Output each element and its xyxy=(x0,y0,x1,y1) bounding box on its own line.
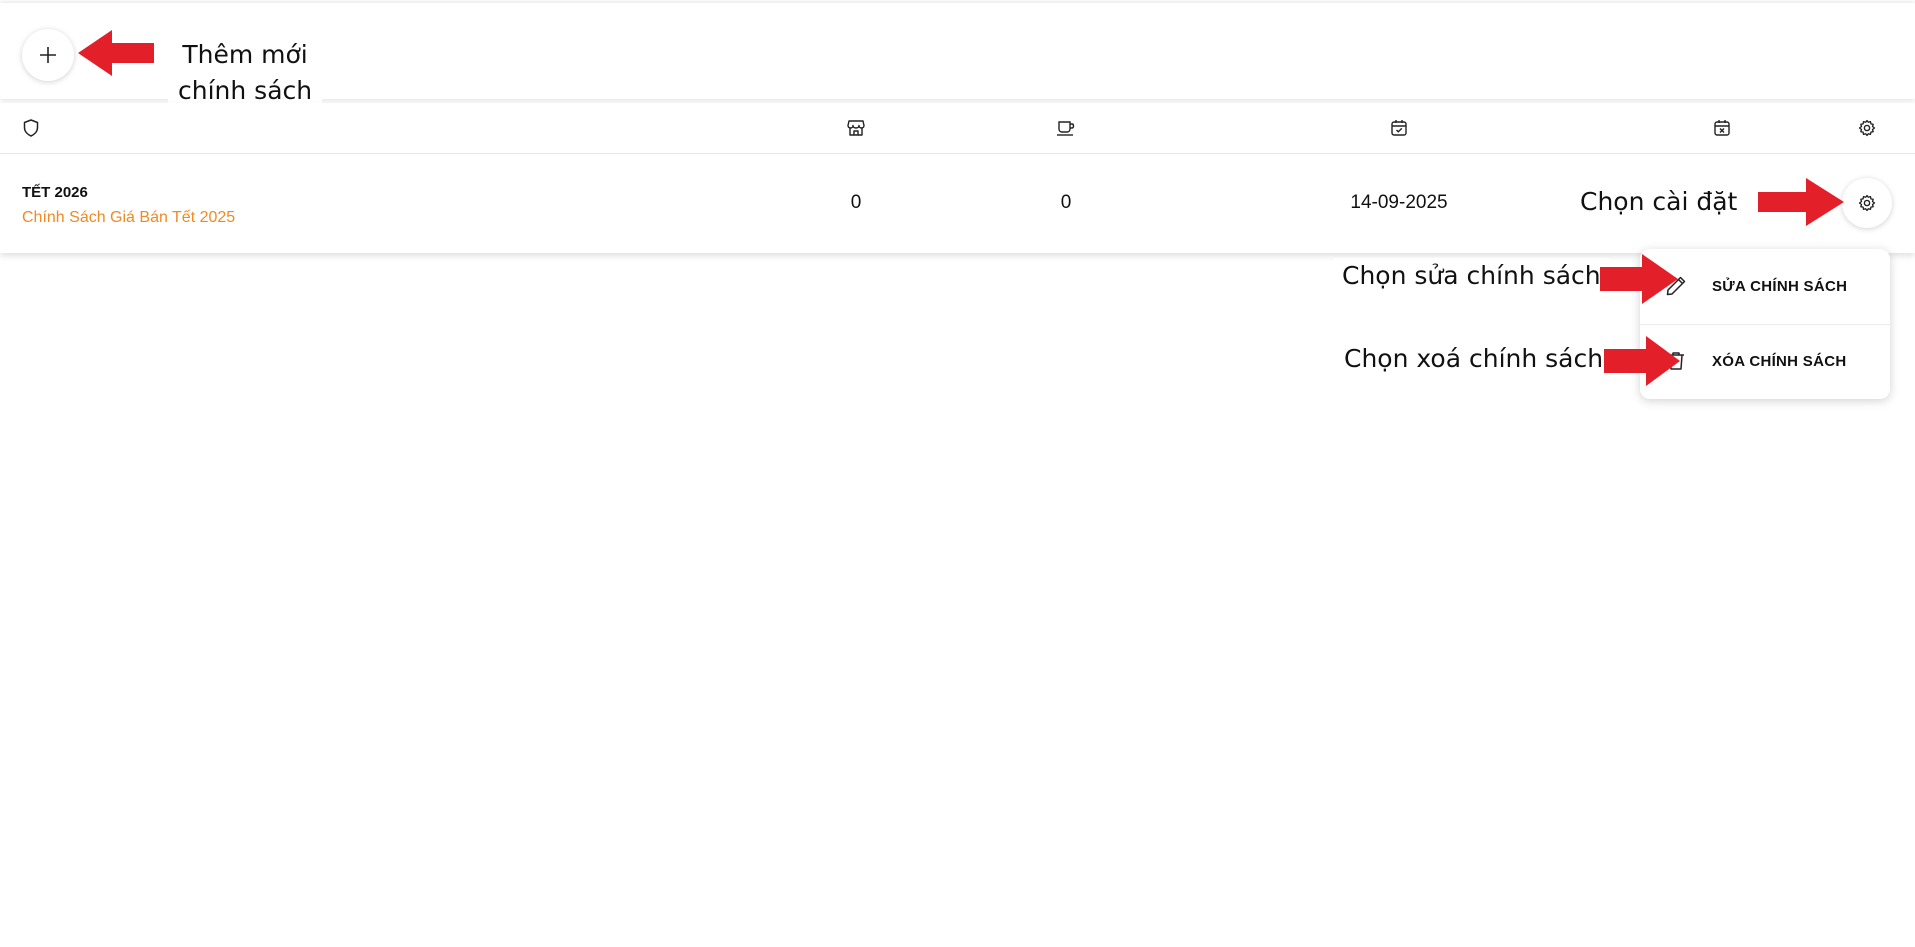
plus-icon xyxy=(40,47,56,63)
store-count: 0 xyxy=(850,192,862,213)
product-count: 0 xyxy=(1060,192,1072,213)
calendar-x-icon xyxy=(1714,120,1730,136)
policy-name: TẾT 2026 xyxy=(22,184,88,201)
policy-table: TẾT 2026 Chính Sách Giá Bán Tết 2025 0 0… xyxy=(0,103,1915,253)
table-header xyxy=(0,103,1915,154)
settings-button[interactable] xyxy=(1842,178,1892,228)
policy-description: Chính Sách Giá Bán Tết 2025 xyxy=(22,209,236,226)
store-icon xyxy=(847,120,865,136)
annotation-add-line1: Thêm mới xyxy=(182,40,308,69)
shield-icon xyxy=(23,119,39,137)
coffee-cup-icon xyxy=(1057,121,1075,136)
annotation-settings-label: Chọn cài đặt xyxy=(1572,184,1746,220)
annotation-arrow-add xyxy=(78,30,154,76)
gear-icon xyxy=(1858,194,1876,212)
delete-policy-label: XÓA CHÍNH SÁCH xyxy=(1712,353,1847,370)
edit-policy-label: SỬA CHÍNH SÁCH xyxy=(1712,278,1848,295)
annotation-edit-label: Chọn sửa chính sách xyxy=(1334,258,1609,294)
annotation-arrow-delete xyxy=(1604,336,1680,386)
annotation-arrow-edit xyxy=(1600,254,1678,304)
annotation-delete-label: Chọn xoá chính sách xyxy=(1336,341,1612,377)
start-date: 14-09-2025 xyxy=(1350,192,1448,213)
add-policy-button[interactable] xyxy=(22,29,74,81)
page: Thêm mới chính sách TẾT 2026 Chính Sách … xyxy=(0,0,1915,947)
calendar-check-icon xyxy=(1391,120,1407,136)
gear-icon xyxy=(1858,119,1876,137)
annotation-arrow-settings xyxy=(1758,178,1844,226)
annotation-add-label: Thêm mới chính sách xyxy=(168,37,323,109)
